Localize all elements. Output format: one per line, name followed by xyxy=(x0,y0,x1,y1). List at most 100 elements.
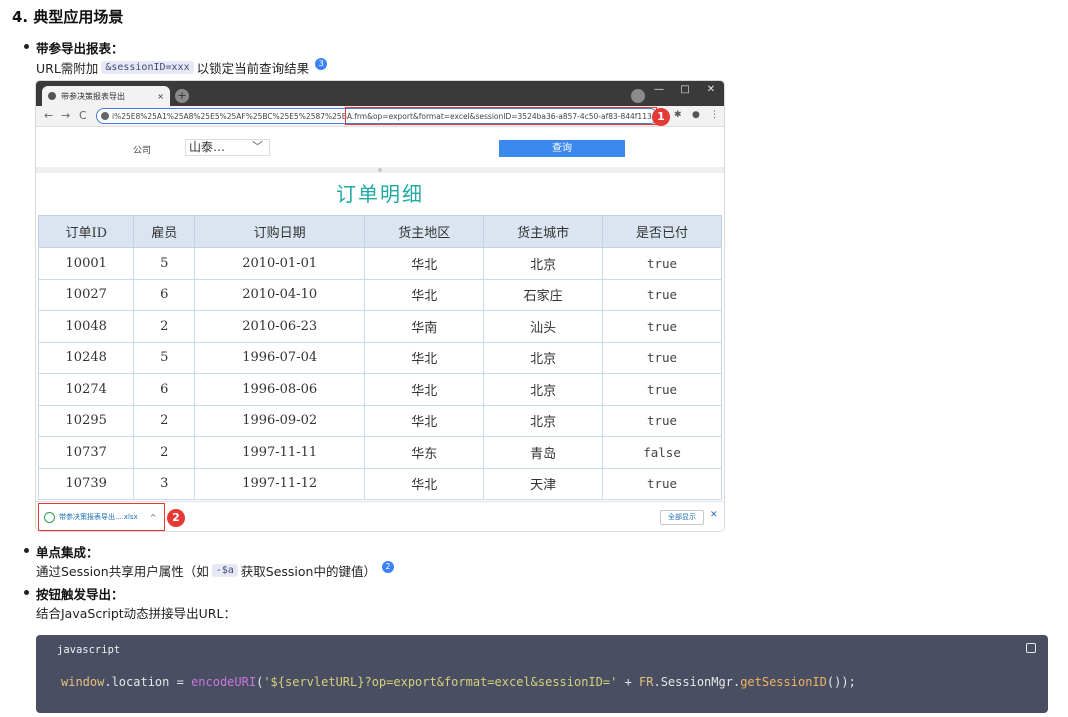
table-cell: 华东 xyxy=(364,436,485,469)
table-cell: 6 xyxy=(133,373,196,406)
table-cell: 华北 xyxy=(364,278,485,311)
column-header: 货主地区 xyxy=(364,215,485,248)
address-bar: ← → C i%25E8%25A1%25A8%25E5%25AF%25BC%25… xyxy=(36,106,724,127)
query-button[interactable]: 查询 xyxy=(499,140,625,157)
menu-icon[interactable]: ⋮ xyxy=(710,110,719,120)
table-cell: 3 xyxy=(133,467,196,500)
minimize-button[interactable]: — xyxy=(646,81,672,98)
table-cell: 华北 xyxy=(364,341,485,374)
table-cell: true xyxy=(602,278,722,311)
tab-title: 带参决策报表导出 xyxy=(61,91,125,101)
table-cell: 10248 xyxy=(37,341,135,374)
reload-icon[interactable]: C xyxy=(79,109,87,122)
table-cell: 汕头 xyxy=(483,310,604,343)
table-row: 10248 5 1996-07-04 华北 北京 true xyxy=(37,341,722,374)
table-row: 10739 3 1997-11-12 华北 天津 true xyxy=(37,467,722,500)
embedded-screenshot: 带参决策报表导出 × + — □ ✕ ← → C i%25E8%25A1%25A… xyxy=(36,81,724,531)
browser-tab[interactable]: 带参决策报表导出 × xyxy=(42,86,170,106)
code-block: javascript window.location = encodeURI('… xyxy=(36,635,1048,713)
table-cell: 6 xyxy=(133,278,196,311)
new-tab-button[interactable]: + xyxy=(175,89,189,103)
table-cell: true xyxy=(602,310,722,343)
forward-icon[interactable]: → xyxy=(61,109,70,122)
table-cell: 2 xyxy=(133,404,196,437)
code-line: window.location = encodeURI('${servletUR… xyxy=(61,675,856,689)
table-cell: 2 xyxy=(133,436,196,469)
table-header-row: 订单ID 雇员 订购日期 货主地区 货主城市 是否已付 xyxy=(37,215,722,248)
copy-icon[interactable] xyxy=(1026,643,1036,653)
code-token: + xyxy=(617,675,640,689)
citation-badge[interactable]: 2 xyxy=(381,560,394,573)
table-cell: 10739 xyxy=(37,467,135,500)
company-value: 山泰… xyxy=(189,140,226,154)
table-cell: 5 xyxy=(133,341,196,374)
code-language-label: javascript xyxy=(57,644,121,656)
download-bar: 带参决策报表导出....xlsx ^ 2 全部显示 ✕ xyxy=(36,501,724,531)
text: 获取Session中的键值） xyxy=(240,564,376,579)
inline-code: -$a xyxy=(211,564,238,577)
table-row: 10295 2 1996-09-02 华北 北京 true xyxy=(37,404,722,437)
download-highlight-box xyxy=(38,503,165,531)
column-header: 订购日期 xyxy=(194,215,366,248)
globe-icon xyxy=(48,92,56,100)
table-cell: 北京 xyxy=(483,341,604,374)
table-cell: 10737 xyxy=(37,436,135,469)
citation-badge[interactable]: 3 xyxy=(315,57,328,70)
table-cell: 华北 xyxy=(364,373,485,406)
item-label-sso: 单点集成： xyxy=(36,545,99,560)
table-cell: 北京 xyxy=(483,373,604,406)
extension-icon[interactable]: ✱ xyxy=(674,110,682,120)
account-icon[interactable]: ● xyxy=(692,110,700,120)
table-cell: 10001 xyxy=(37,247,135,280)
resize-handle[interactable] xyxy=(378,168,382,172)
chevron-down-icon: ﹀ xyxy=(252,140,263,153)
column-header: 是否已付 xyxy=(602,215,722,248)
text: 通过Session共享用户属性（如 xyxy=(36,564,209,579)
table-cell: 1996-07-04 xyxy=(194,341,366,374)
code-token: .location = xyxy=(104,675,192,689)
close-icon[interactable]: × xyxy=(157,92,164,101)
code-token: window xyxy=(61,675,105,689)
table-cell: true xyxy=(602,373,722,406)
item-description: 结合JavaScript动态拼接导出URL： xyxy=(36,606,236,621)
maximize-button[interactable]: □ xyxy=(672,81,698,98)
table-cell: 北京 xyxy=(483,247,604,280)
column-header: 货主城市 xyxy=(483,215,604,248)
profile-icon[interactable] xyxy=(631,89,645,103)
table-cell: 青岛 xyxy=(483,436,604,469)
table-cell: 1996-09-02 xyxy=(194,404,366,437)
table-cell: 华北 xyxy=(364,247,485,280)
window-close-button[interactable]: ✕ xyxy=(698,81,724,98)
text: 以锁定当前查询结果 xyxy=(196,61,310,76)
back-icon[interactable]: ← xyxy=(44,109,53,122)
bullet xyxy=(24,590,29,595)
callout-marker: 1 xyxy=(652,108,670,126)
show-all-button[interactable]: 全部显示 xyxy=(660,510,704,525)
code-token: ()); xyxy=(826,675,856,689)
table-cell: 2010-04-10 xyxy=(194,278,366,311)
browser-titlebar: 带参决策报表导出 × + — □ ✕ xyxy=(36,81,724,106)
report-title: 订单明细 xyxy=(336,182,424,206)
table-row: 10274 6 1996-08-06 华北 北京 true xyxy=(37,373,722,406)
code-token: '${servletURL}?op=export&format=excel&se… xyxy=(263,675,618,689)
table-cell: 2 xyxy=(133,310,196,343)
table-cell: 10274 xyxy=(37,373,135,406)
item-description: 通过Session共享用户属性（如 -$a 获取Session中的键值） 2 xyxy=(36,560,394,580)
table-cell: 华北 xyxy=(364,404,485,437)
table-cell: 1997-11-12 xyxy=(194,467,366,500)
code-token: getSessionID xyxy=(740,675,827,689)
inline-code: &sessionID=xxx xyxy=(101,61,194,74)
table-cell: false xyxy=(602,436,722,469)
column-header: 雇员 xyxy=(133,215,196,248)
table-cell: 1997-11-11 xyxy=(194,436,366,469)
table-cell: 10295 xyxy=(37,404,135,437)
callout-marker: 2 xyxy=(167,509,185,527)
column-header: 订单ID xyxy=(37,215,135,248)
close-icon[interactable]: ✕ xyxy=(710,510,718,520)
bullet xyxy=(24,44,29,49)
company-select[interactable]: 山泰… ﹀ xyxy=(185,139,270,156)
table-cell: 10048 xyxy=(37,310,135,343)
table-cell: true xyxy=(602,404,722,437)
parameter-form: 公司 山泰… ﹀ 查询 xyxy=(36,127,724,167)
table-row: 10001 5 2010-01-01 华北 北京 true xyxy=(37,247,722,280)
